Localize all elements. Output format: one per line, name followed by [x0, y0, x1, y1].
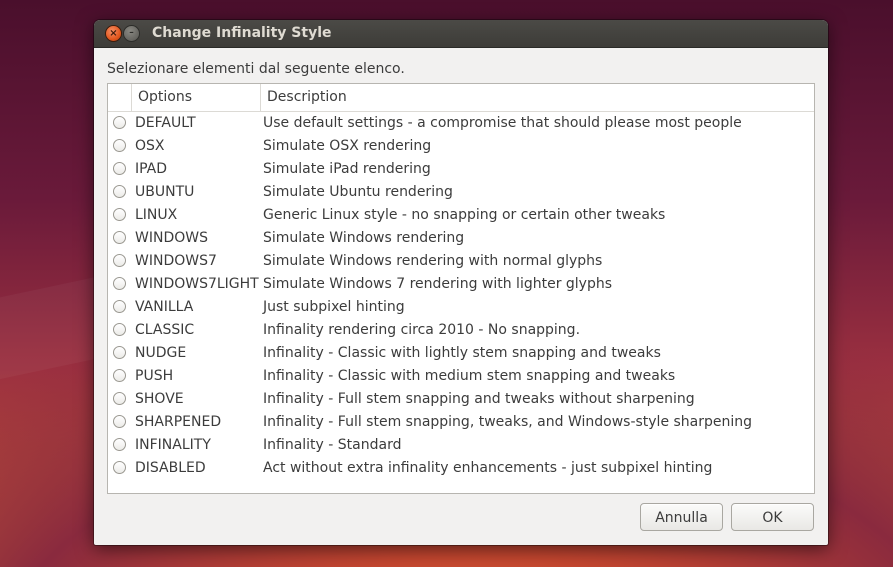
radio-button[interactable]: [113, 208, 126, 221]
minimize-icon[interactable]: –: [124, 26, 139, 41]
option-description: Use default settings - a compromise that…: [263, 115, 742, 131]
radio-button[interactable]: [113, 461, 126, 474]
radio-button[interactable]: [113, 323, 126, 336]
list-row[interactable]: IPAD Simulate iPad rendering: [108, 158, 814, 181]
option-name: WINDOWS7: [135, 253, 217, 269]
list-rows: DEFAULT Use default settings - a compromi…: [108, 112, 814, 480]
radio-button[interactable]: [113, 139, 126, 152]
list-row[interactable]: SHARPENED Infinality - Full stem snapping…: [108, 411, 814, 434]
list-row[interactable]: LINUX Generic Linux style - no snapping o…: [108, 204, 814, 227]
radio-button[interactable]: [113, 116, 126, 129]
dialog-window: × – Change Infinality Style Selezionare …: [94, 20, 828, 545]
cancel-button[interactable]: Annulla: [640, 503, 723, 531]
option-description: Simulate Windows 7 rendering with lighte…: [263, 276, 613, 292]
list-row[interactable]: INFINALITY Infinality - Standard: [108, 434, 814, 457]
list-header: Options Description: [108, 84, 814, 112]
prompt-text: Selezionare elementi dal seguente elenco…: [107, 61, 405, 77]
option-name: WINDOWS: [135, 230, 208, 246]
radio-button[interactable]: [113, 254, 126, 267]
list-row[interactable]: DISABLED Act without extra infinality enh…: [108, 457, 814, 480]
option-name: SHARPENED: [135, 414, 222, 430]
option-name: DEFAULT: [135, 115, 196, 131]
ok-button[interactable]: OK: [731, 503, 814, 531]
option-name: VANILLA: [135, 299, 194, 315]
option-description: Infinality rendering circa 2010 - No sna…: [263, 322, 581, 338]
radio-button[interactable]: [113, 369, 126, 382]
radio-button[interactable]: [113, 231, 126, 244]
option-description: Simulate Windows rendering: [263, 230, 465, 246]
option-name: IPAD: [135, 161, 168, 177]
header-description[interactable]: Description: [261, 84, 814, 111]
header-options[interactable]: Options: [132, 84, 261, 111]
option-name: UBUNTU: [135, 184, 195, 200]
radio-button[interactable]: [113, 162, 126, 175]
radio-button[interactable]: [113, 346, 126, 359]
option-description: Generic Linux style - no snapping or cer…: [263, 207, 666, 223]
radio-button[interactable]: [113, 185, 126, 198]
option-description: Act without extra infinality enhancement…: [263, 460, 713, 476]
list-row[interactable]: WINDOWS Simulate Windows rendering: [108, 227, 814, 250]
option-description: Simulate Ubuntu rendering: [263, 184, 453, 200]
list-row[interactable]: WINDOWS7 Simulate Windows rendering with …: [108, 250, 814, 273]
option-name: OSX: [135, 138, 165, 154]
list-row[interactable]: SHOVE Infinality - Full stem snapping and…: [108, 388, 814, 411]
list-row[interactable]: NUDGE Infinality - Classic with lightly s…: [108, 342, 814, 365]
radio-button[interactable]: [113, 392, 126, 405]
option-description: Infinality - Standard: [263, 437, 402, 453]
option-name: WINDOWS7LIGHT: [135, 276, 259, 292]
window-title: Change Infinality Style: [152, 25, 332, 41]
header-radio-column[interactable]: [108, 84, 132, 111]
radio-button[interactable]: [113, 438, 126, 451]
option-name: CLASSIC: [135, 322, 195, 338]
list-row[interactable]: CLASSIC Infinality rendering circa 2010 -…: [108, 319, 814, 342]
list-row[interactable]: DEFAULT Use default settings - a compromi…: [108, 112, 814, 135]
radio-button[interactable]: [113, 415, 126, 428]
option-description: Infinality - Full stem snapping and twea…: [263, 391, 695, 407]
close-icon[interactable]: ×: [106, 26, 121, 41]
option-name: SHOVE: [135, 391, 184, 407]
option-description: Simulate iPad rendering: [263, 161, 431, 177]
title-bar[interactable]: × – Change Infinality Style: [94, 20, 828, 48]
list-row[interactable]: VANILLA Just subpixel hinting: [108, 296, 814, 319]
option-description: Simulate Windows rendering with normal g…: [263, 253, 603, 269]
radio-button[interactable]: [113, 300, 126, 313]
option-name: LINUX: [135, 207, 178, 223]
option-description: Infinality - Classic with lightly stem s…: [263, 345, 661, 361]
radio-button[interactable]: [113, 277, 126, 290]
list-row[interactable]: PUSH Infinality - Classic with medium ste…: [108, 365, 814, 388]
list-row[interactable]: WINDOWS7LIGHT Simulate Windows 7 renderin…: [108, 273, 814, 296]
option-description: Just subpixel hinting: [263, 299, 405, 315]
option-name: NUDGE: [135, 345, 187, 361]
list-row[interactable]: OSX Simulate OSX rendering: [108, 135, 814, 158]
option-description: Infinality - Full stem snapping, tweaks,…: [263, 414, 753, 430]
option-name: PUSH: [135, 368, 174, 384]
option-name: DISABLED: [135, 460, 206, 476]
option-description: Simulate OSX rendering: [263, 138, 432, 154]
list-row[interactable]: UBUNTU Simulate Ubuntu rendering: [108, 181, 814, 204]
option-name: INFINALITY: [135, 437, 211, 453]
options-list[interactable]: Options Description DEFAULT Use default s…: [107, 83, 815, 494]
option-description: Infinality - Classic with medium stem sn…: [263, 368, 676, 384]
